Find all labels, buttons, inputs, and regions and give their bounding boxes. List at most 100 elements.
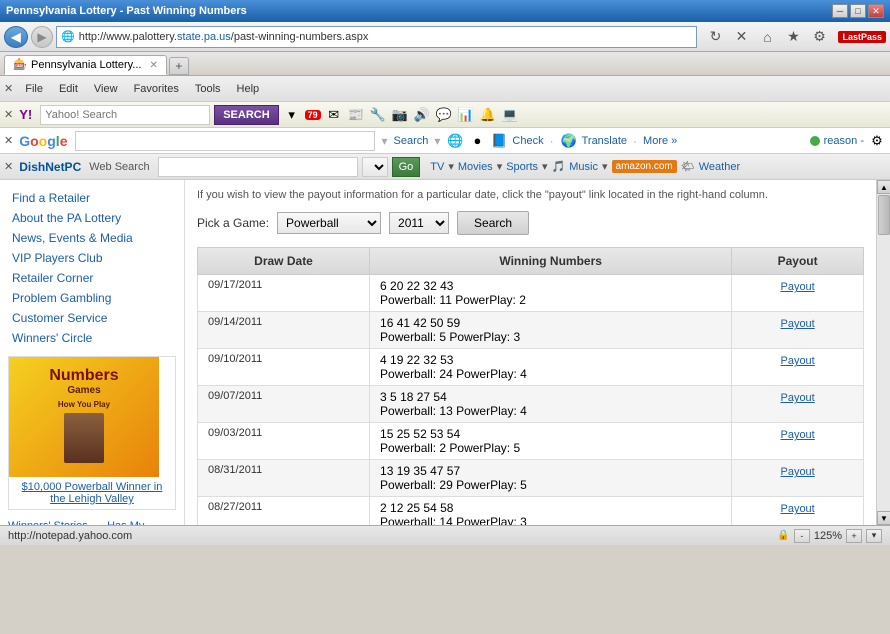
dishnet-sports-link[interactable]: Sports: [506, 161, 538, 173]
sidebar-item-retailer-corner[interactable]: Retailer Corner: [0, 268, 184, 288]
dishnet-search-input[interactable]: [158, 157, 358, 177]
yahoo-search-input[interactable]: [40, 105, 210, 125]
dishnet-toolbar-close[interactable]: ✕: [4, 160, 13, 173]
tab-close-button[interactable]: ✕: [149, 60, 157, 71]
sidebar-item-winners-circle[interactable]: Winners' Circle: [0, 328, 184, 348]
draw-date-cell: 09/10/2011: [198, 349, 370, 386]
payout-link[interactable]: Payout: [780, 466, 814, 478]
google-reason-link[interactable]: reason -: [824, 135, 864, 147]
yahoo-icon2[interactable]: 📷: [391, 106, 409, 124]
payout-link[interactable]: Payout: [780, 392, 814, 404]
menu-view[interactable]: View: [88, 81, 124, 97]
scroll-up-button[interactable]: ▲: [877, 180, 890, 194]
zoom-dropdown[interactable]: ▾: [866, 529, 882, 543]
payout-link[interactable]: Payout: [780, 318, 814, 330]
col-winning-numbers: Winning Numbers: [370, 248, 732, 275]
payout-cell: Payout: [732, 497, 864, 525]
sidebar-item-find-retailer[interactable]: Find a Retailer: [0, 188, 184, 208]
yahoo-news-icon[interactable]: 📰: [347, 106, 365, 124]
payout-link[interactable]: Payout: [780, 281, 814, 293]
window-title: Pennsylvania Lottery - Past Winning Numb…: [6, 5, 247, 17]
tab-label: Pennsylvania Lottery...: [31, 59, 141, 71]
scroll-track[interactable]: [877, 194, 890, 511]
year-select[interactable]: 2011 2010 2009: [389, 212, 449, 234]
yahoo-icon3[interactable]: 🔊: [413, 106, 431, 124]
yahoo-icon1[interactable]: 🔧: [369, 106, 387, 124]
promo-image: Numbers Games How You Play: [9, 357, 159, 477]
close-button[interactable]: ✕: [868, 4, 884, 18]
search-button[interactable]: Search: [457, 211, 529, 235]
dishnet-label: Web Search: [89, 161, 149, 173]
google-toolbar-close[interactable]: ✕: [4, 134, 13, 147]
sidebar-item-problem-gambling[interactable]: Problem Gambling: [0, 288, 184, 308]
tools-button[interactable]: ⚙: [808, 26, 830, 48]
main-numbers: 4 19 22 32 53: [380, 353, 721, 367]
yahoo-search-button[interactable]: SEARCH: [214, 105, 278, 125]
google-translate-icon[interactable]: 🌍: [560, 132, 578, 150]
sidebar-item-news[interactable]: News, Events & Media: [0, 228, 184, 248]
google-icon2[interactable]: ●: [468, 132, 486, 150]
menu-edit[interactable]: Edit: [53, 81, 84, 97]
google-more-link[interactable]: More »: [643, 135, 677, 147]
dishnet-weather-link[interactable]: Weather: [699, 161, 740, 173]
google-translate-link[interactable]: Translate: [582, 135, 627, 147]
dishnet-tv-link[interactable]: TV: [430, 161, 444, 173]
refresh-button[interactable]: ↻: [704, 26, 726, 48]
yahoo-icon7[interactable]: 💻: [501, 106, 519, 124]
google-icon3[interactable]: 📘: [490, 132, 508, 150]
x-close[interactable]: ✕: [4, 82, 13, 95]
yahoo-icon5[interactable]: 📊: [457, 106, 475, 124]
zoom-level: 125%: [814, 530, 842, 542]
maximize-button[interactable]: □: [850, 4, 866, 18]
tab-pennsylvania-lottery[interactable]: 🎰 Pennsylvania Lottery... ✕: [4, 55, 167, 75]
minimize-button[interactable]: ─: [832, 4, 848, 18]
google-icon1[interactable]: 🌐: [446, 132, 464, 150]
yahoo-toolbar-close[interactable]: ✕: [4, 108, 13, 121]
yahoo-icon6[interactable]: 🔔: [479, 106, 497, 124]
lastpass-icon[interactable]: LastPass: [838, 31, 886, 43]
scroll-down-button[interactable]: ▼: [877, 511, 890, 525]
dishnet-go-button[interactable]: Go: [392, 157, 421, 177]
google-check-link[interactable]: Check: [512, 135, 543, 147]
menu-file[interactable]: File: [19, 81, 49, 97]
forward-button[interactable]: ▶: [31, 26, 53, 48]
google-search-link[interactable]: Search: [394, 135, 429, 147]
yahoo-toolbar: ✕ Y! SEARCH ▾ 79 ✉ 📰 🔧 📷 🔊 💬 📊 🔔 💻: [0, 102, 890, 128]
payout-link[interactable]: Payout: [780, 355, 814, 367]
main-numbers: 13 19 35 47 57: [380, 464, 721, 478]
zoom-in-button[interactable]: +: [846, 529, 862, 543]
payout-link[interactable]: Payout: [780, 429, 814, 441]
scroll-thumb[interactable]: [878, 195, 890, 235]
stop-button[interactable]: ✕: [730, 26, 752, 48]
back-button[interactable]: ◀: [4, 26, 28, 48]
yahoo-mail-icon[interactable]: ✉: [325, 106, 343, 124]
dishnet-search-dropdown[interactable]: [362, 157, 388, 177]
draw-date-cell: 09/03/2011: [198, 423, 370, 460]
sidebar-item-about[interactable]: About the PA Lottery: [0, 208, 184, 228]
winners-stories-link[interactable]: Winners' Stories: [0, 517, 96, 525]
favorites-button[interactable]: ★: [782, 26, 804, 48]
main-numbers: 16 41 42 50 59: [380, 316, 721, 330]
yahoo-logo: Y!: [19, 107, 32, 122]
dishnet-music-link[interactable]: Music: [569, 161, 598, 173]
payout-link[interactable]: Payout: [780, 503, 814, 515]
sidebar-item-vip[interactable]: VIP Players Club: [0, 248, 184, 268]
google-settings-icon[interactable]: ⚙: [868, 132, 886, 150]
dishnet-movies-link[interactable]: Movies: [458, 161, 493, 173]
menu-favorites[interactable]: Favorites: [128, 81, 185, 97]
game-select[interactable]: Powerball Mega Millions Cash 5 Match 6: [277, 212, 381, 234]
promo-caption[interactable]: $10,000 Powerball Winner in the Lehigh V…: [9, 477, 175, 509]
address-bar[interactable]: 🌐 http://www.palottery.state.pa.us/past-…: [56, 26, 697, 48]
amazon-button[interactable]: amazon.com: [612, 160, 677, 173]
google-search-input[interactable]: [75, 131, 375, 151]
sidebar-item-customer-service[interactable]: Customer Service: [0, 308, 184, 328]
yahoo-icon4[interactable]: 💬: [435, 106, 453, 124]
menu-bar: ✕ File Edit View Favorites Tools Help: [0, 76, 890, 102]
content-scroll-area: If you wish to view the payout informati…: [185, 180, 890, 525]
zoom-out-button[interactable]: -: [794, 529, 810, 543]
menu-tools[interactable]: Tools: [189, 81, 227, 97]
yahoo-dropdown-icon[interactable]: ▾: [283, 106, 301, 124]
home-button[interactable]: ⌂: [756, 26, 778, 48]
menu-help[interactable]: Help: [231, 81, 266, 97]
new-tab-button[interactable]: +: [169, 57, 189, 75]
